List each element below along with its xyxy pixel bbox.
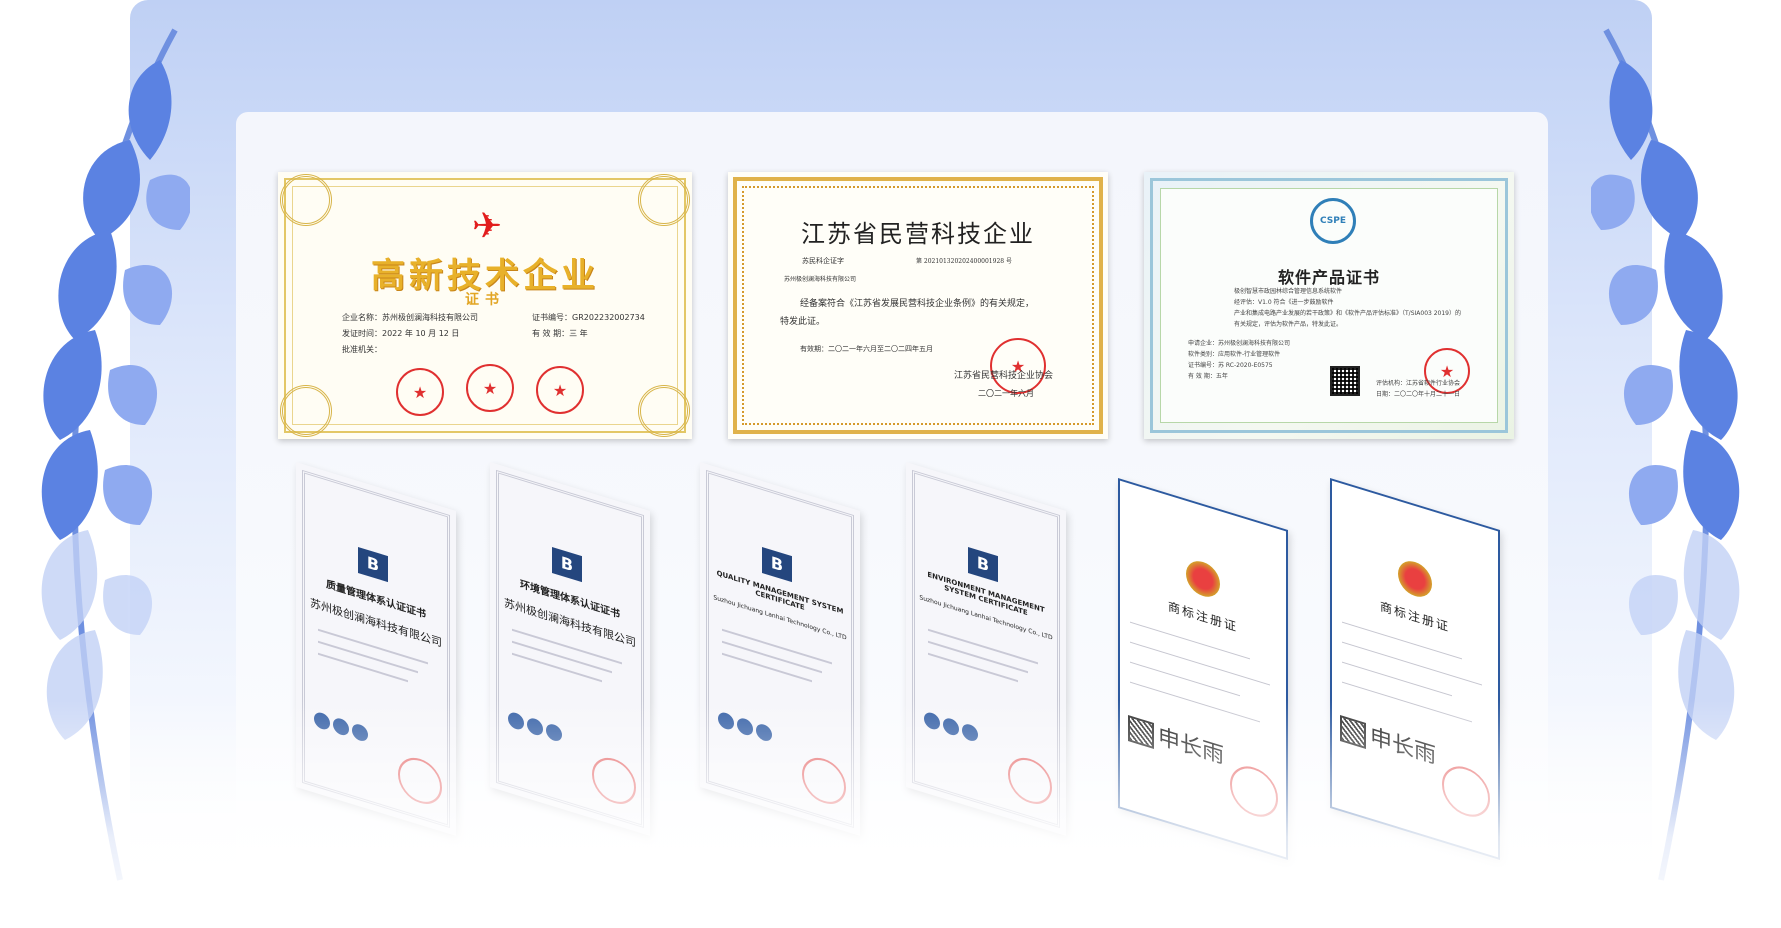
- high-tech-enterprise-certificate: ✈ 高新技术企业 证书 企业名称：苏州极创澜海科技有限公司 发证时间：2022 …: [278, 172, 692, 439]
- ornament-icon: [280, 385, 332, 437]
- applicant: 申请企业：苏州极创澜海科技有限公司: [1188, 340, 1291, 347]
- cert-no: GR202232002734: [572, 313, 645, 322]
- cert-label: 苏民科企证字: [802, 257, 844, 265]
- seal-stamp-icon: ★: [536, 366, 584, 414]
- software-category: 软件类别：应用软件-行业管理软件: [1188, 351, 1281, 358]
- software-product-certificate: CSPE 软件产品证书 极创智慧市政园林综合管理信息系统软件 经评估：V1.0 …: [1144, 172, 1514, 439]
- seal-stamp-icon: ★: [990, 338, 1046, 394]
- validity-period: 有效期：二〇二一年六月至二〇二四年五月: [800, 345, 933, 353]
- ornament-icon: [280, 174, 332, 226]
- laurel-left-icon: [41, 28, 190, 881]
- company-name: 苏州极创澜海科技有限公司: [784, 276, 857, 283]
- approver-label: 批准机关：: [342, 345, 382, 354]
- environment-management-certificate-en: B ENVIRONMENT MANAGEMENT SYSTEM CERTIFIC…: [906, 462, 1066, 836]
- quality-management-certificate: B 质量管理体系认证证书 苏州极创澜海科技有限公司: [296, 462, 456, 836]
- jiangsu-private-tech-enterprise-certificate: 江苏省民营科技企业 苏民科企证字 第 202101320202400001928…: [728, 172, 1108, 439]
- cert-no: 证书编号：苏 RC-2020-E0575: [1188, 362, 1273, 369]
- issue-date: 日期：二〇二〇年十月二十一日: [1376, 391, 1461, 398]
- issue-date: 二〇二一年六月: [978, 389, 1034, 398]
- laurel-right-icon: [1591, 28, 1740, 881]
- cspe-badge-icon: CSPE: [1310, 198, 1356, 244]
- company-label: 企业名称：: [342, 313, 382, 322]
- body-line: 经评估：V1.0 符合《进一步鼓励软件: [1234, 299, 1334, 306]
- certificate-title: 软件产品证书: [1277, 268, 1380, 287]
- trademark-certificate: 商标注册证 申长雨: [1118, 478, 1288, 860]
- product-name: 极创智慧市政园林综合管理信息系统软件: [1234, 288, 1343, 295]
- certificate-subtitle: 证书: [465, 292, 505, 308]
- valid-label: 有 效 期：: [532, 329, 570, 338]
- certificate-title: 江苏省民营科技企业: [801, 220, 1035, 248]
- issuer-name: 江苏省民营科技企业协会: [954, 371, 1054, 381]
- company-name: 苏州极创澜海科技有限公司: [382, 313, 478, 322]
- cert-no: 第 202101320202400001928 号: [916, 258, 1012, 265]
- seal-stamp-icon: ★: [466, 364, 514, 412]
- seal-stamp-icon: ★: [396, 368, 444, 416]
- issue-date-label: 发证时间：: [342, 329, 382, 338]
- evaluation-org: 评估机构：江苏省软件行业协会: [1376, 380, 1461, 387]
- qr-code-icon: [1330, 366, 1360, 396]
- ornament-icon: [638, 174, 690, 226]
- cert-no-label: 证书编号：: [532, 313, 572, 322]
- issue-date: 2022 年 10 月 12 日: [382, 329, 460, 338]
- body-line: 产业和集成电路产业发展的若干政策》和《软件产品评估标准》（T/SIA003 20…: [1234, 310, 1461, 317]
- environment-management-certificate: B 环境管理体系认证证书 苏州极创澜海科技有限公司: [490, 462, 650, 836]
- quality-management-certificate-en: B QUALITY MANAGEMENT SYSTEM CERTIFICATE …: [700, 462, 860, 836]
- high-tech-logo-icon: ✈: [472, 206, 503, 247]
- trademark-certificate: 商标注册证 申长雨: [1330, 478, 1500, 860]
- valid-period: 有 效 期：五年: [1188, 373, 1228, 380]
- body-line: 有关规定，评估为软件产品，特发此证。: [1234, 321, 1343, 328]
- certificate-body-end: 特发此证。: [780, 317, 826, 327]
- certificate-body: 经备案符合《江苏省发展民营科技企业条例》的有关规定，: [800, 299, 1035, 309]
- ornament-icon: [638, 385, 690, 437]
- valid-period: 三 年: [569, 329, 588, 338]
